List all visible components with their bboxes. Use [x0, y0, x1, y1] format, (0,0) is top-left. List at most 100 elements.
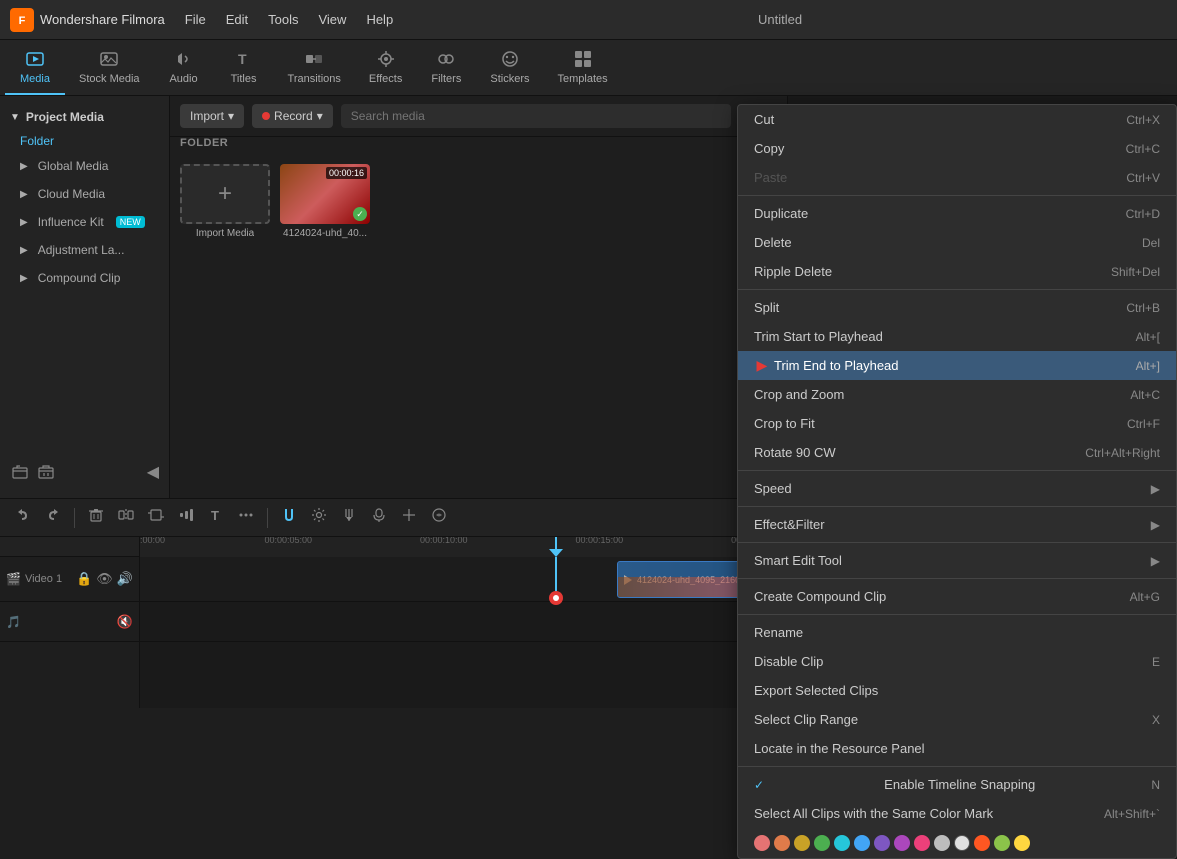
menu-view[interactable]: View	[318, 12, 346, 27]
magnet-snap-button[interactable]	[276, 505, 302, 530]
voice-button[interactable]	[366, 505, 392, 530]
ctx-effect-filter[interactable]: Effect&Filter ▶	[738, 510, 1176, 539]
menu-file[interactable]: File	[185, 12, 206, 27]
swatch-pink[interactable]	[914, 835, 930, 851]
menu-help[interactable]: Help	[366, 12, 393, 27]
ctx-ripple-delete[interactable]: Ripple Delete Shift+Del	[738, 257, 1176, 286]
audio-timeline-button[interactable]	[173, 505, 199, 530]
chevron-right-icon: ▶	[20, 217, 28, 228]
record-button[interactable]: Record ▾	[252, 104, 333, 128]
swatch-lightgreen[interactable]	[994, 835, 1010, 851]
ctx-trim-start[interactable]: Trim Start to Playhead Alt+[	[738, 322, 1176, 351]
ctx-create-compound[interactable]: Create Compound Clip Alt+G	[738, 582, 1176, 611]
menu-edit[interactable]: Edit	[226, 12, 248, 27]
submenu-arrow-icon: ▶	[1151, 518, 1160, 532]
tab-media[interactable]: Media	[5, 40, 65, 95]
check-mark-icon: ✓	[754, 778, 764, 792]
settings-timeline-button[interactable]	[306, 505, 332, 530]
undo-button[interactable]	[10, 505, 36, 530]
ctx-delete[interactable]: Delete Del	[738, 228, 1176, 257]
ctx-smart-edit[interactable]: Smart Edit Tool ▶	[738, 546, 1176, 575]
text-timeline-button[interactable]: T	[203, 505, 229, 530]
ctx-speed[interactable]: Speed ▶	[738, 474, 1176, 503]
swatch-indigo[interactable]	[874, 835, 890, 851]
swatch-red[interactable]	[754, 835, 770, 851]
sidebar-item-influence-kit[interactable]: ▶ Influence Kit NEW	[0, 208, 169, 236]
tab-stock-media[interactable]: Stock Media	[65, 40, 154, 95]
ctx-paste: Paste Ctrl+V	[738, 163, 1176, 192]
ctx-copy[interactable]: Copy Ctrl+C	[738, 134, 1176, 163]
delete-timeline-button[interactable]	[83, 505, 109, 530]
ctx-select-clip-range[interactable]: Select Clip Range X	[738, 705, 1176, 734]
chevron-down-icon: ▾	[228, 109, 234, 123]
tab-filters[interactable]: Filters	[416, 40, 476, 95]
main-area: ▼ Project Media Folder ▶ Global Media ▶ …	[0, 96, 1177, 498]
tab-audio[interactable]: Audio	[154, 40, 214, 95]
audio-track-icon: 🎵	[6, 615, 21, 629]
ctx-locate-resource[interactable]: Locate in the Resource Panel	[738, 734, 1176, 763]
transition-add-button[interactable]	[396, 505, 422, 530]
import-thumb[interactable]: +	[180, 164, 270, 224]
ctx-crop-zoom[interactable]: Crop and Zoom Alt+C	[738, 380, 1176, 409]
clip-thumbnail: 00:00:16 ✓	[280, 164, 370, 224]
ctx-separator-6	[738, 578, 1176, 579]
sidebar-item-adjustment[interactable]: ▶ Adjustment La...	[0, 236, 169, 264]
ctx-rename[interactable]: Rename	[738, 618, 1176, 647]
ctx-crop-fit[interactable]: Crop to Fit Ctrl+F	[738, 409, 1176, 438]
tab-templates[interactable]: Templates	[543, 40, 621, 95]
video-track-icon: 🎬	[6, 572, 21, 586]
redo-button[interactable]	[40, 505, 66, 530]
swatch-green[interactable]	[814, 835, 830, 851]
svg-text:T: T	[238, 51, 247, 67]
media-clip-item[interactable]: 00:00:16 ✓ 4124024-uhd_40...	[280, 164, 370, 239]
ctx-disable-clip[interactable]: Disable Clip E	[738, 647, 1176, 676]
ai-tools-button[interactable]	[426, 505, 452, 530]
folder-section-label: FOLDER	[170, 137, 787, 154]
ctx-duplicate[interactable]: Duplicate Ctrl+D	[738, 199, 1176, 228]
swatch-amber[interactable]	[1014, 835, 1030, 851]
split-timeline-button[interactable]	[113, 505, 139, 530]
more-timeline-button[interactable]	[233, 505, 259, 530]
swatch-orange[interactable]	[774, 835, 790, 851]
swatch-white[interactable]	[954, 835, 970, 851]
tab-titles[interactable]: T Titles	[214, 40, 274, 95]
ctx-split[interactable]: Split Ctrl+B	[738, 293, 1176, 322]
ctx-cut[interactable]: Cut Ctrl+X	[738, 105, 1176, 134]
marker-button[interactable]	[336, 505, 362, 530]
delete-folder-icon[interactable]	[36, 462, 56, 482]
mute-icon[interactable]: 🔇	[117, 614, 133, 630]
tab-effects[interactable]: Effects	[355, 40, 416, 95]
ctx-select-color-mark[interactable]: Select All Clips with the Same Color Mar…	[738, 799, 1176, 828]
volume-icon[interactable]: 🔊	[117, 571, 133, 587]
search-input[interactable]	[341, 104, 731, 128]
tab-stickers[interactable]: Stickers	[476, 40, 543, 95]
ctx-enable-snapping[interactable]: ✓ Enable Timeline Snapping N	[738, 770, 1176, 799]
svg-text:T: T	[211, 508, 219, 523]
tab-transitions[interactable]: Transitions	[274, 40, 355, 95]
add-folder-icon[interactable]	[10, 462, 30, 482]
sidebar-item-compound-clip[interactable]: ▶ Compound Clip	[0, 264, 169, 292]
chevron-right-icon: ▶	[20, 189, 28, 200]
swatch-purple[interactable]	[894, 835, 910, 851]
menu-tools[interactable]: Tools	[268, 12, 298, 27]
sidebar-project-media[interactable]: ▼ Project Media	[0, 104, 169, 130]
lock-icon[interactable]: 🔒	[76, 571, 92, 587]
media-toolbar: Import ▾ Record ▾ ⚙ ⋯	[170, 96, 787, 137]
sidebar-item-cloud-media[interactable]: ▶ Cloud Media	[0, 180, 169, 208]
effects-icon	[375, 48, 397, 70]
swatch-yellow[interactable]	[794, 835, 810, 851]
sidebar-item-global-media[interactable]: ▶ Global Media	[0, 152, 169, 180]
sidebar-collapse-button[interactable]: ◀	[147, 462, 159, 482]
import-media-item[interactable]: + Import Media	[180, 164, 270, 239]
ctx-trim-end[interactable]: ► Trim End to Playhead Alt+]	[738, 351, 1176, 380]
swatch-teal[interactable]	[834, 835, 850, 851]
crop-timeline-button[interactable]	[143, 505, 169, 530]
eye-icon[interactable]: 👁	[96, 571, 113, 587]
ctx-export-selected[interactable]: Export Selected Clips	[738, 676, 1176, 705]
ctx-rotate[interactable]: Rotate 90 CW Ctrl+Alt+Right	[738, 438, 1176, 467]
swatch-blue[interactable]	[854, 835, 870, 851]
swatch-grey[interactable]	[934, 835, 950, 851]
color-swatches-row	[738, 828, 1176, 858]
swatch-deeporange[interactable]	[974, 835, 990, 851]
import-button[interactable]: Import ▾	[180, 104, 244, 128]
